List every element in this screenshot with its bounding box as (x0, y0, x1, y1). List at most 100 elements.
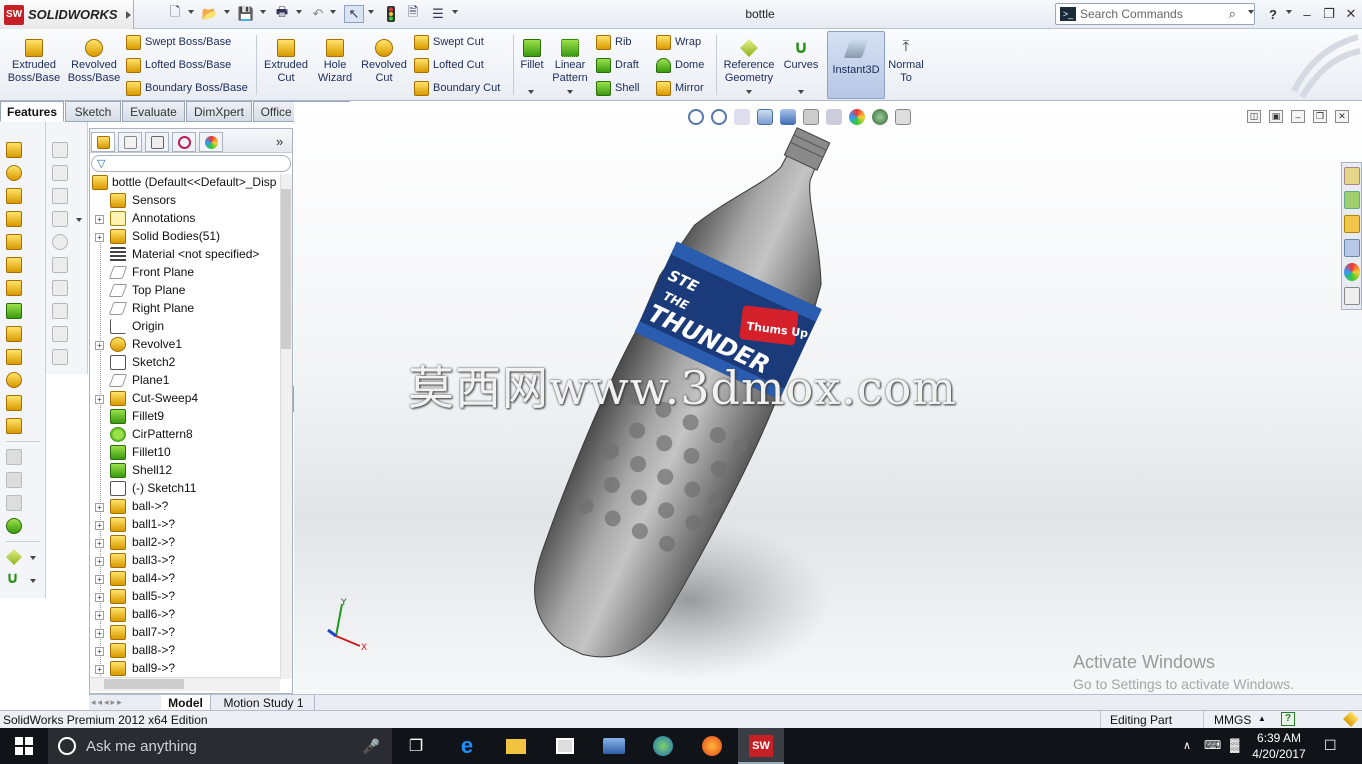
expand-panel-icon[interactable]: » (276, 134, 283, 149)
tree-item[interactable]: Shell12 (90, 462, 280, 480)
curves-dropdown-arrow[interactable] (798, 90, 804, 94)
search-icon[interactable]: ⌕ (1229, 6, 1236, 22)
revolve-tool-icon[interactable] (6, 165, 22, 181)
cortana-search-box[interactable]: Ask me anything 🎤 (48, 728, 392, 764)
reference-geometry-button[interactable]: Reference Geometry (720, 31, 778, 97)
new-dropdown-arrow[interactable] (188, 10, 194, 14)
configuration-manager-tab[interactable] (145, 132, 169, 152)
shell-button[interactable]: Shell (596, 78, 639, 98)
select-arrow-icon[interactable]: ↖ (344, 5, 364, 23)
tree-item[interactable]: + ball3->? (90, 552, 280, 570)
dome-button[interactable]: Dome (656, 55, 704, 75)
draft-button[interactable]: Draft (596, 55, 639, 75)
tree-item[interactable]: Top Plane (90, 282, 280, 300)
help-status-icon[interactable]: ? (1281, 712, 1295, 726)
network-app-icon[interactable] (600, 732, 628, 760)
rebuild-traffic-light-icon[interactable] (381, 5, 401, 23)
tree-item[interactable]: Sketch2 (90, 354, 280, 372)
custom-properties-icon[interactable] (1344, 287, 1360, 305)
tree-item[interactable]: Origin (90, 318, 280, 336)
pattern-sketch-icon[interactable] (52, 349, 68, 365)
quick-tips-icon[interactable] (1343, 711, 1359, 727)
section-view-icon[interactable] (757, 109, 773, 125)
fillet-button[interactable]: Fillet (516, 31, 548, 97)
expand-toggle-icon[interactable]: + (95, 395, 104, 404)
linear-pattern-dropdown-arrow[interactable] (567, 90, 573, 94)
hole-tool-icon[interactable] (6, 372, 22, 388)
tab-evaluate[interactable]: Evaluate (122, 101, 185, 122)
open-dropdown-arrow[interactable] (224, 10, 230, 14)
tree-item[interactable]: + ball1->? (90, 516, 280, 534)
expand-toggle-icon[interactable]: + (95, 521, 104, 530)
linear-pattern-button[interactable]: Linear Pattern (548, 31, 592, 97)
close-icon[interactable]: ✕ (1340, 4, 1362, 24)
sweep-tool-icon[interactable] (6, 188, 22, 204)
split-tool-icon[interactable] (6, 418, 22, 434)
action-center-icon[interactable]: ☐ (1324, 737, 1337, 754)
extruded-cut-button[interactable]: Extruded Cut (260, 31, 312, 97)
help-button[interactable]: ? (1262, 4, 1284, 24)
trim-tool-icon[interactable] (52, 303, 68, 319)
curves-button[interactable]: ∪ Curves (780, 31, 822, 97)
save-dropdown-arrow[interactable] (260, 10, 266, 14)
tree-item[interactable]: + ball6->? (90, 606, 280, 624)
expand-toggle-icon[interactable]: + (95, 629, 104, 638)
swept-boss-button[interactable]: Swept Boss/Base (126, 32, 231, 52)
tree-item[interactable]: Fillet10 (90, 444, 280, 462)
dome-tool-icon[interactable] (6, 518, 22, 534)
viewport-close-icon[interactable]: ✕ (1335, 110, 1349, 123)
expand-toggle-icon[interactable]: + (95, 215, 104, 224)
file-explorer-taskbar-icon[interactable] (502, 732, 530, 760)
tab-dimxpert[interactable]: DimXpert (186, 101, 252, 122)
help-dropdown-arrow[interactable] (1286, 10, 1292, 14)
tab-motion-study-1[interactable]: Motion Study 1 (213, 695, 315, 710)
options-dropdown-arrow[interactable] (452, 10, 458, 14)
boundary-cut-button[interactable]: Boundary Cut (414, 78, 500, 98)
undo-icon[interactable]: ↶ (308, 5, 328, 23)
viewport-restore-icon[interactable]: ❐ (1313, 110, 1327, 123)
solidworks-resources-icon[interactable] (1344, 167, 1360, 185)
tree-item[interactable]: + ball7->? (90, 624, 280, 642)
sketch-tool-icon[interactable] (52, 142, 68, 158)
revolved-cut-button[interactable]: Revolved Cut (358, 31, 410, 97)
tree-item[interactable]: + Cut-Sweep4 (90, 390, 280, 408)
tree-item[interactable]: + ball4->? (90, 570, 280, 588)
tree-item[interactable]: Front Plane (90, 264, 280, 282)
search-dropdown-arrow[interactable] (1248, 10, 1254, 14)
tab-scroll-arrows-icon[interactable]: ◂◂◂▸▸ (91, 697, 124, 708)
edit-appearance-icon[interactable] (849, 109, 865, 125)
tree-item[interactable]: + ball8->? (90, 642, 280, 660)
units-arrow-icon[interactable]: ▲ (1258, 714, 1266, 723)
rectangle-dropdown-arrow[interactable] (76, 218, 82, 222)
globe-app-icon[interactable] (649, 732, 677, 760)
wrap-button[interactable]: Wrap (656, 32, 701, 52)
smart-dimension-icon[interactable] (52, 165, 68, 181)
tree-scroll-thumb[interactable] (281, 189, 291, 349)
file-properties-icon[interactable]: 🗎 (403, 4, 423, 23)
tab-model[interactable]: Model (161, 695, 211, 710)
chamfer-tool-icon[interactable] (6, 326, 22, 342)
tree-item[interactable]: + ball9->? (90, 660, 280, 678)
lofted-cut-button[interactable]: Lofted Cut (414, 55, 484, 75)
zoom-to-area-icon[interactable] (711, 109, 727, 125)
extruded-boss-button[interactable]: Extruded Boss/Base (6, 31, 62, 97)
expand-toggle-icon[interactable]: + (95, 503, 104, 512)
expand-toggle-icon[interactable]: + (95, 575, 104, 584)
apply-scene-icon[interactable] (872, 109, 888, 125)
view-palette-icon[interactable] (1344, 239, 1360, 257)
new-document-icon[interactable]: 🗋 (165, 4, 185, 23)
dimxpert-manager-tab[interactable] (172, 132, 196, 152)
expand-toggle-icon[interactable]: + (95, 611, 104, 620)
tree-item[interactable]: + ball5->? (90, 588, 280, 606)
open-folder-icon[interactable]: 📂 (200, 5, 220, 23)
tree-item[interactable]: + Annotations (90, 210, 280, 228)
edge-browser-icon[interactable]: e (453, 732, 481, 760)
display-style-icon[interactable] (803, 109, 819, 125)
viewport-minimize-icon[interactable]: – (1291, 110, 1305, 123)
spline-tool-icon[interactable] (52, 280, 68, 296)
network-tray-icon[interactable]: ▓ (1230, 737, 1239, 752)
cut-extrude-tool-icon[interactable] (6, 234, 22, 250)
menu-expand-arrow-icon[interactable] (125, 10, 131, 19)
tree-root-part[interactable]: bottle (Default<<Default>_Disp (90, 174, 280, 192)
undo-dropdown-arrow[interactable] (330, 10, 336, 14)
